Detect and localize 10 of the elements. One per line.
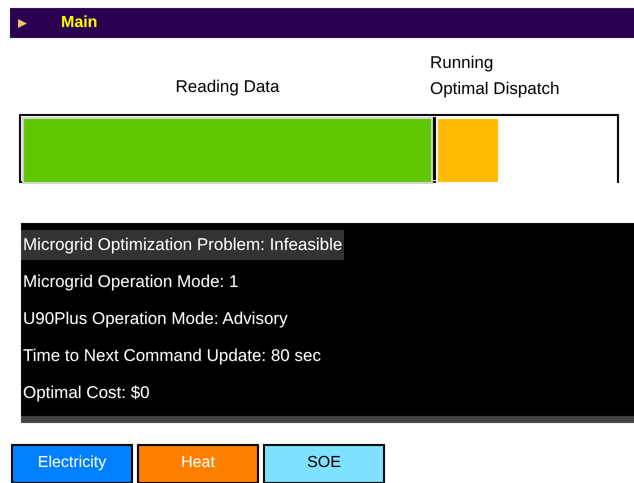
status-line[interactable]: Microgrid Operation Mode: 1 (21, 266, 240, 296)
stage-label: Running Optimal Dispatch (430, 52, 560, 100)
header-title: Main (61, 14, 98, 32)
header-bar[interactable]: Main (10, 8, 634, 38)
status-line[interactable]: Optimal Cost: $0 (21, 378, 152, 408)
status-line[interactable]: Time to Next Command Update: 80 sec (21, 340, 323, 370)
tab[interactable]: Electricity (11, 444, 133, 483)
status-line[interactable]: U90Plus Operation Mode: Advisory (21, 304, 290, 334)
tab[interactable]: SOE (263, 444, 385, 483)
stage-label: Reading Data (176, 76, 280, 98)
